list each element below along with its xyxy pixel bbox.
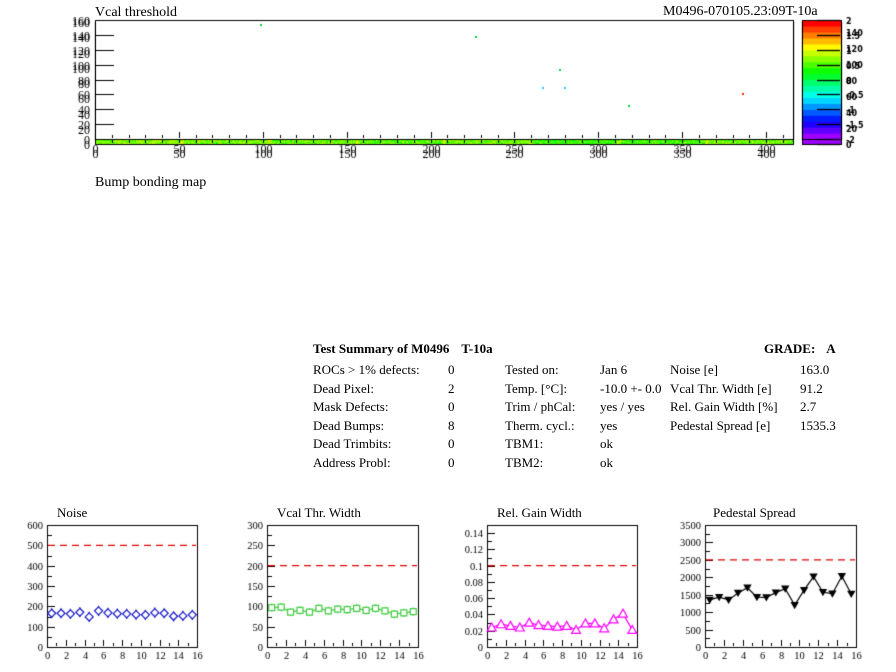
summary-value: 0 <box>448 436 455 452</box>
grade-badge: GRADE: A <box>764 341 836 357</box>
summary-value: 0 <box>448 399 455 415</box>
module-test-report-page: Vcal threshold M0496-070105.23:09T-10a B… <box>0 0 896 672</box>
summary-value: 2 <box>448 380 455 396</box>
grade-label: GRADE: <box>764 341 816 356</box>
summary-title: Test Summary of M0496 T-10a <box>313 341 493 357</box>
bump-map-title: Bump bonding map <box>95 175 207 190</box>
rel-gain-width-chart-title: Rel. Gain Width <box>497 505 582 520</box>
grade-value: A <box>826 341 836 356</box>
summary-value: -10.0 +- 0.0 <box>600 380 662 396</box>
rel-gain-width-plot-canvas <box>448 500 672 672</box>
summary-value: 0 <box>448 455 455 470</box>
summary-label: TBM1: <box>505 436 544 452</box>
summary-subtitle-text: T-10a <box>461 341 493 356</box>
summary-title-text: Test Summary of M0496 <box>313 341 450 356</box>
summary-label: Dead Bumps: <box>313 417 385 433</box>
pedestal-spread-chart-title: Pedestal Spread <box>713 505 796 520</box>
summary-value: Jan 6 <box>600 362 628 377</box>
pedestal-spread-plot-canvas <box>672 500 896 672</box>
summary-value: 1535.3 <box>800 417 836 433</box>
summary-label: Trim / phCal: <box>505 399 576 415</box>
summary-label: Pedestal Spread [e] <box>670 417 771 433</box>
vcal-map-title: Vcal threshold <box>95 5 178 20</box>
summary-label: Temp. [°C]: <box>505 380 568 396</box>
summary-value: yes / yes <box>600 399 645 415</box>
summary-label: Mask Defects: <box>313 399 389 415</box>
module-id-title: M0496-070105.23:09T-10a <box>663 4 818 19</box>
summary-label: Noise [e] <box>670 362 719 377</box>
summary-label: Tested on: <box>505 362 559 377</box>
summary-label: Rel. Gain Width [%] <box>670 399 778 415</box>
bump-bonding-map-canvas <box>0 0 896 160</box>
summary-value: ok <box>600 436 613 452</box>
summary-label: Vcal Thr. Width [e] <box>670 380 772 396</box>
noise-plot-canvas <box>0 500 224 672</box>
noise-chart-title: Noise <box>57 505 88 520</box>
summary-value: ok <box>600 455 613 470</box>
summary-value: 2.7 <box>800 399 817 415</box>
summary-value: 8 <box>448 417 455 433</box>
summary-value: 91.2 <box>800 380 823 396</box>
vcal-thr-width-chart-title: Vcal Thr. Width <box>277 505 361 520</box>
summary-label: ROCs > 1% defects: <box>313 362 420 377</box>
vcal-thr-width-plot-canvas <box>224 500 448 672</box>
summary-value: 163.0 <box>800 362 830 377</box>
summary-label: Address Probl: <box>313 455 391 470</box>
summary-label: Therm. cycl.: <box>505 417 575 433</box>
summary-label: TBM2: <box>505 455 544 470</box>
summary-label: Dead Pixel: <box>313 380 375 396</box>
summary-value: yes <box>600 417 618 433</box>
summary-label: Dead Trimbits: <box>313 436 392 452</box>
summary-value: 0 <box>448 362 455 377</box>
